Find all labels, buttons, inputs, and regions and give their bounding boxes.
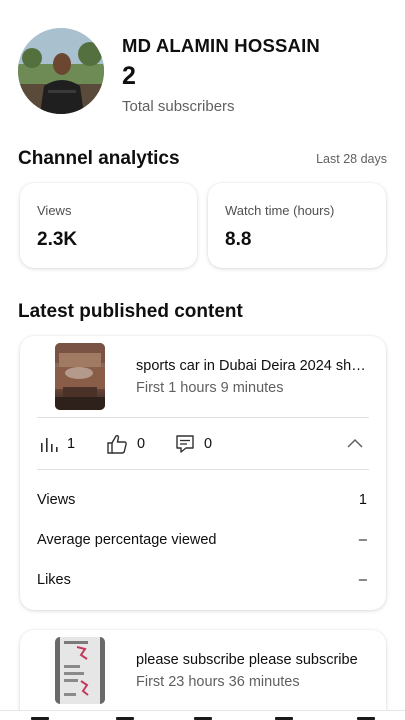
thumbs-up-icon xyxy=(107,434,127,454)
detail-row-views: Views 1 xyxy=(37,492,367,512)
thumbnail-image xyxy=(55,637,105,704)
analytics-range: Last 28 days xyxy=(316,152,387,166)
views-metric: 1 xyxy=(40,432,75,456)
views-card[interactable]: Views 2.3K xyxy=(20,183,197,268)
subscriber-label: Total subscribers xyxy=(122,98,235,115)
divider xyxy=(37,417,369,418)
video-title[interactable]: sports car in Dubai Deira 2024 shorts xyxy=(136,358,366,374)
bottom-nav xyxy=(0,710,405,720)
subscriber-count: 2 xyxy=(122,62,136,90)
video-card[interactable]: sports car in Dubai Deira 2024 shorts Fi… xyxy=(20,336,386,610)
detail-value: 1 xyxy=(358,492,367,508)
thumbnail-image xyxy=(55,343,105,410)
chevron-up-icon[interactable] xyxy=(346,437,364,449)
detail-row-average-percentage: Average percentage viewed – xyxy=(37,532,367,552)
video-thumbnail[interactable] xyxy=(55,637,105,704)
video-age: First 1 hours 9 minutes xyxy=(136,380,284,396)
watch-time-card[interactable]: Watch time (hours) 8.8 xyxy=(208,183,386,268)
video-card[interactable]: please subscribe please subscribe First … xyxy=(20,630,386,720)
detail-label: Likes xyxy=(37,572,71,588)
channel-name: MD ALAMIN HOSSAIN xyxy=(122,35,320,56)
detail-value: – xyxy=(358,532,367,548)
avatar[interactable] xyxy=(18,28,104,114)
video-thumbnail[interactable] xyxy=(55,343,105,410)
comments-metric: 0 xyxy=(175,432,212,456)
detail-label: Average percentage viewed xyxy=(37,532,217,548)
watch-time-value: 8.8 xyxy=(225,229,252,250)
divider xyxy=(37,469,369,470)
likes-metric-value: 0 xyxy=(137,436,146,452)
avatar-photo xyxy=(18,28,104,114)
video-age: First 23 hours 36 minutes xyxy=(136,674,300,690)
comments-metric-value: 0 xyxy=(204,436,213,452)
views-metric-value: 1 xyxy=(67,436,76,452)
detail-row-likes: Likes – xyxy=(37,572,367,592)
detail-label: Views xyxy=(37,492,76,508)
detail-value: – xyxy=(358,572,367,588)
video-title[interactable]: please subscribe please subscribe xyxy=(136,652,366,668)
analytics-title: Channel analytics xyxy=(18,148,180,169)
views-value: 2.3K xyxy=(37,229,78,250)
bar-chart-icon xyxy=(41,438,58,452)
watch-time-label: Watch time (hours) xyxy=(225,203,335,218)
comment-icon xyxy=(176,435,194,453)
latest-content-title: Latest published content xyxy=(18,301,243,322)
likes-metric: 0 xyxy=(106,432,145,456)
channel-header: MD ALAMIN HOSSAIN 2 Total subscribers xyxy=(18,28,388,118)
views-label: Views xyxy=(37,203,72,218)
